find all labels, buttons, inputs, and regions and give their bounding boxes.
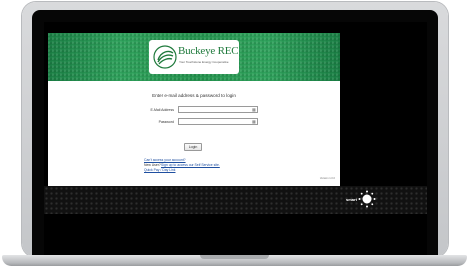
sun-dots-icon	[358, 190, 376, 208]
login-page: Buckeye REC Your Touchstone Energy Coope…	[48, 33, 340, 186]
email-label: E-Mail Address	[150, 108, 174, 112]
header-banner: Buckeye REC Your Touchstone Energy Coope…	[48, 33, 340, 81]
company-logo[interactable]: Buckeye REC Your Touchstone Energy Coope…	[149, 40, 239, 74]
laptop-mockup: Buckeye REC Your Touchstone Energy Coope…	[0, 0, 469, 271]
login-button[interactable]: Login	[184, 143, 202, 151]
password-field[interactable]: ▦	[178, 118, 258, 125]
logo-tagline: Your Touchstone Energy Cooperative	[179, 60, 229, 64]
quick-pay-link[interactable]: Quick Pay / Day Link	[144, 168, 175, 172]
brand-text: smart	[346, 197, 357, 202]
password-label: Password	[158, 120, 174, 124]
smart-brand-logo: smart	[346, 187, 378, 209]
sign-up-link[interactable]: Sign up to access our Self Service site.	[161, 163, 220, 167]
version-text: Version 1.0.0	[319, 177, 335, 180]
laptop-base-notch	[200, 255, 269, 259]
buckeye-leaf-icon	[153, 45, 177, 69]
email-field[interactable]: ▦	[178, 106, 258, 113]
cant-access-link[interactable]: Can't access your account?	[144, 158, 186, 162]
keypad-icon: ▦	[252, 107, 256, 112]
keypad-icon: ▦	[252, 119, 256, 124]
logo-title: Buckeye REC	[178, 45, 239, 57]
new-user-label: New User?	[144, 163, 161, 167]
login-heading: Enter e-mail address & password to login	[152, 93, 236, 98]
